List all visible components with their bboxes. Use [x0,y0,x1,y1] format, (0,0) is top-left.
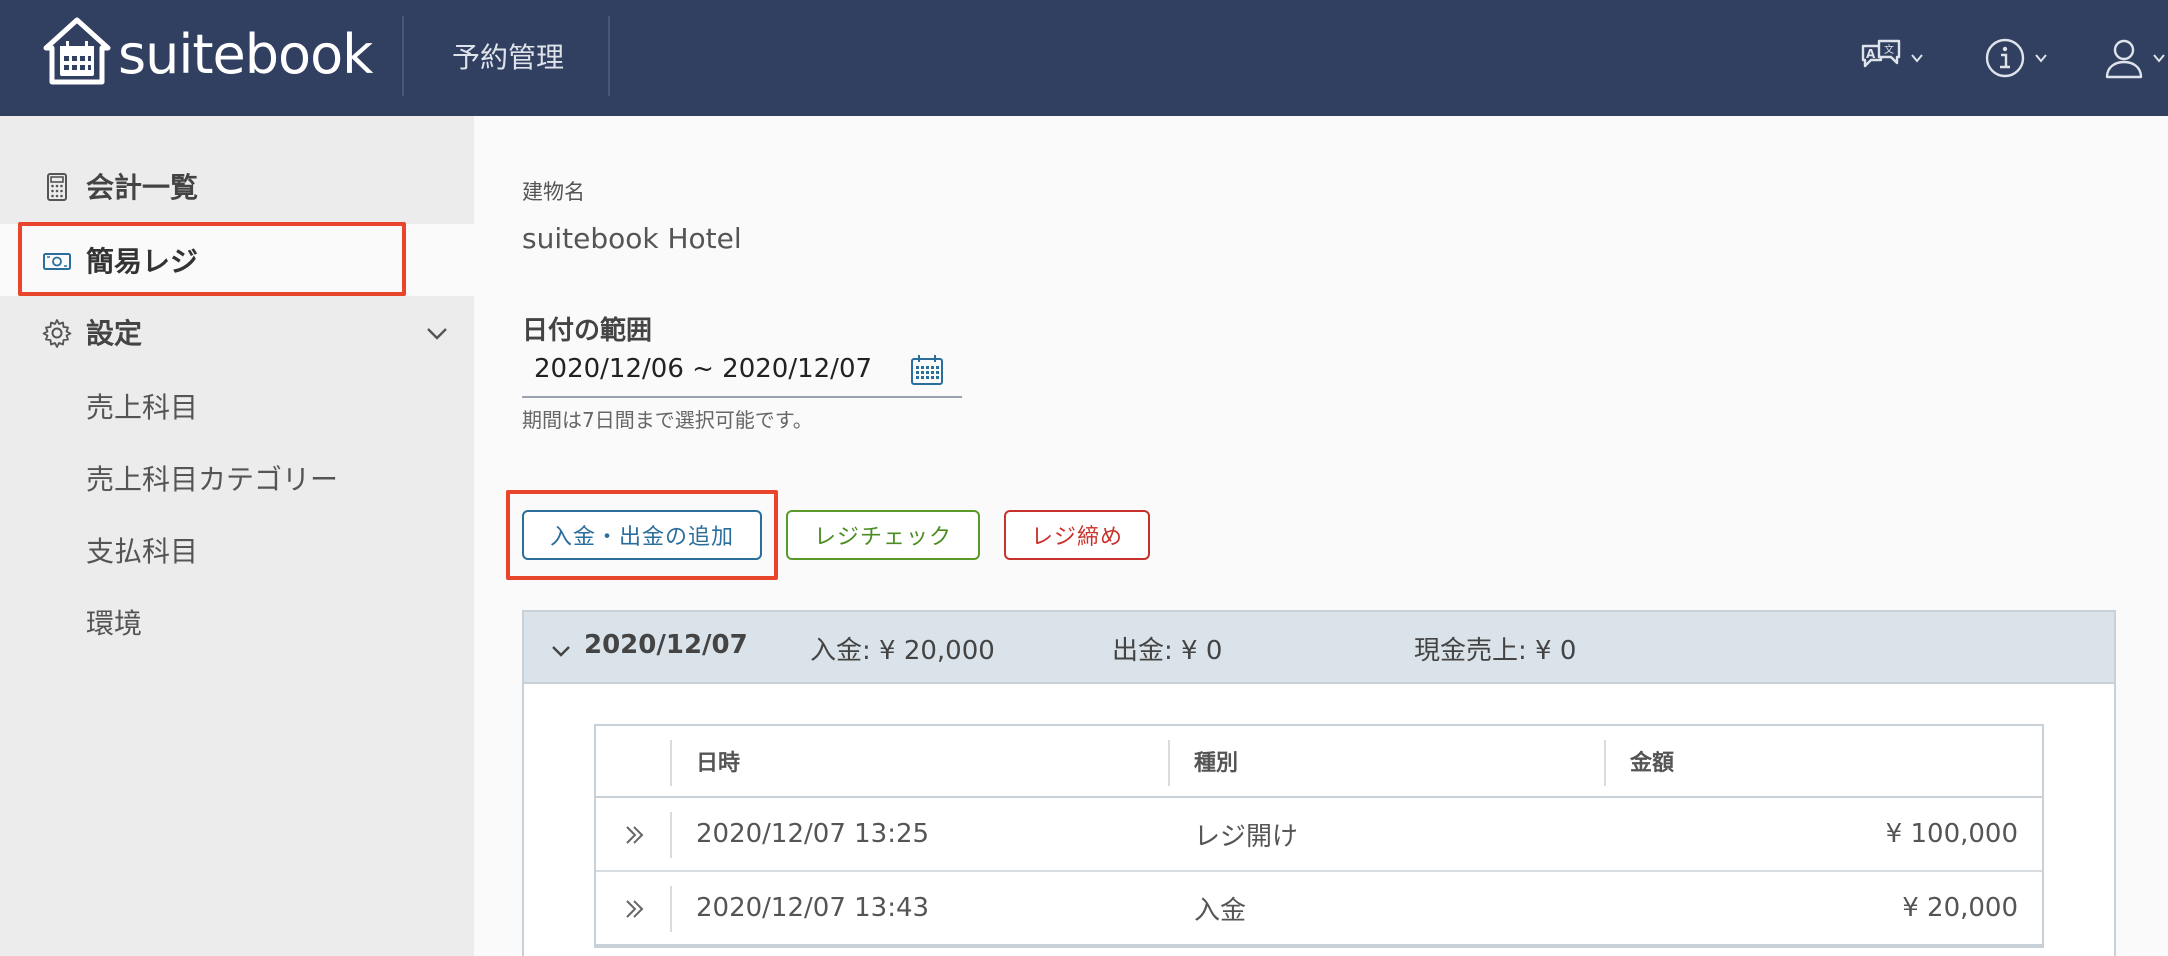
chevron-down-icon[interactable] [550,640,572,662]
column-divider [670,812,672,858]
house-calendar-icon [43,17,111,85]
sidebar-item-accounting-list[interactable]: 会計一覧 [0,150,474,222]
date-group-header[interactable]: 2020/12/07 入金: ¥ 20,000 出金: ¥ 0 現金売上: ¥ … [524,612,2114,684]
transactions-table: 日時 種別 金額 2020/12/07 13:25 レジ開け ¥ 100,000 [594,724,2044,948]
top-header: suitebook 予約管理 A 文 [0,0,2168,116]
sidebar-item-settings[interactable]: 設定 [0,296,474,368]
register-close-button[interactable]: レジ締め [1004,510,1150,560]
svg-text:文: 文 [1884,43,1894,56]
date-range-label: 日付の範囲 [522,316,653,346]
sidebar-subitem-sales-items[interactable]: 売上科目 [86,386,198,426]
column-header-type[interactable]: 種別 [1194,726,1238,796]
group-cash-sales: 現金売上: ¥ 0 [1414,636,1577,666]
column-header-amount[interactable]: 金額 [1630,726,1674,796]
column-divider [1168,740,1170,786]
chevron-double-right-icon[interactable] [622,822,648,848]
column-header-datetime[interactable]: 日時 [696,726,740,796]
building-label: 建物名 [522,180,585,204]
group-deposit: 入金: ¥ 20,000 [810,636,995,666]
table-header-row: 日時 種別 金額 [596,726,2042,798]
gear-icon [42,319,72,348]
date-group-panel: 2020/12/07 入金: ¥ 20,000 出金: ¥ 0 現金売上: ¥ … [522,610,2116,956]
date-range-hint: 期間は7日間まで選択可能です。 [522,408,813,432]
logo-text: suitebook [118,22,373,86]
sidebar-subitem-sales-categories[interactable]: 売上科目カテゴリー [86,458,338,498]
header-divider [402,16,404,96]
header-title[interactable]: 予約管理 [452,0,564,116]
highlight-box-add-button [506,490,778,580]
sidebar-item-label: 会計一覧 [86,171,199,204]
table-row[interactable]: 2020/12/07 13:43 入金 ¥ 20,000 [596,872,2042,946]
column-divider [670,740,672,786]
chevron-down-icon [1911,54,1923,63]
date-range-field[interactable] [522,348,962,398]
column-divider [1604,740,1606,786]
main-content: 建物名 suitebook Hotel 日付の範囲 期間は7日間まで選択可能です… [474,116,2168,956]
header-divider [608,16,610,96]
calculator-icon [47,173,67,201]
group-withdrawal: 出金: ¥ 0 [1112,636,1223,666]
column-divider [670,886,672,932]
sidebar-subitem-payment-items[interactable]: 支払科目 [86,530,198,570]
user-icon [2105,39,2143,79]
language-menu-button[interactable]: A 文 [1860,28,1924,88]
svg-text:A: A [1866,47,1876,61]
row-type: レジ開け [1194,821,1299,852]
sidebar-item-label: 設定 [86,317,143,350]
chevron-down-icon [2153,54,2165,63]
group-date: 2020/12/07 [584,630,748,660]
building-value: suitebook Hotel [522,222,742,255]
sidebar-subitem-environment[interactable]: 環境 [86,602,142,642]
chevron-double-right-icon[interactable] [622,896,648,922]
register-check-button[interactable]: レジチェック [786,510,980,560]
row-datetime: 2020/12/07 13:43 [696,893,930,923]
row-datetime: 2020/12/07 13:25 [696,819,930,849]
row-amount: ¥ 20,000 [1902,893,2018,923]
date-range-input[interactable] [522,348,902,390]
translate-icon: A 文 [1861,39,1901,68]
suitebook-logo[interactable]: suitebook [42,16,373,86]
table-row[interactable]: 2020/12/07 13:25 レジ開け ¥ 100,000 [596,798,2042,872]
chevron-down-icon[interactable] [424,320,450,346]
calendar-icon[interactable] [910,354,944,386]
row-type: 入金 [1194,895,1247,926]
highlight-box-sidebar [18,222,406,296]
info-icon [1985,38,2025,78]
user-menu-button[interactable] [2104,28,2166,88]
row-amount: ¥ 100,000 [1885,819,2018,849]
info-menu-button[interactable] [1984,28,2048,88]
chevron-down-icon [2035,54,2047,63]
